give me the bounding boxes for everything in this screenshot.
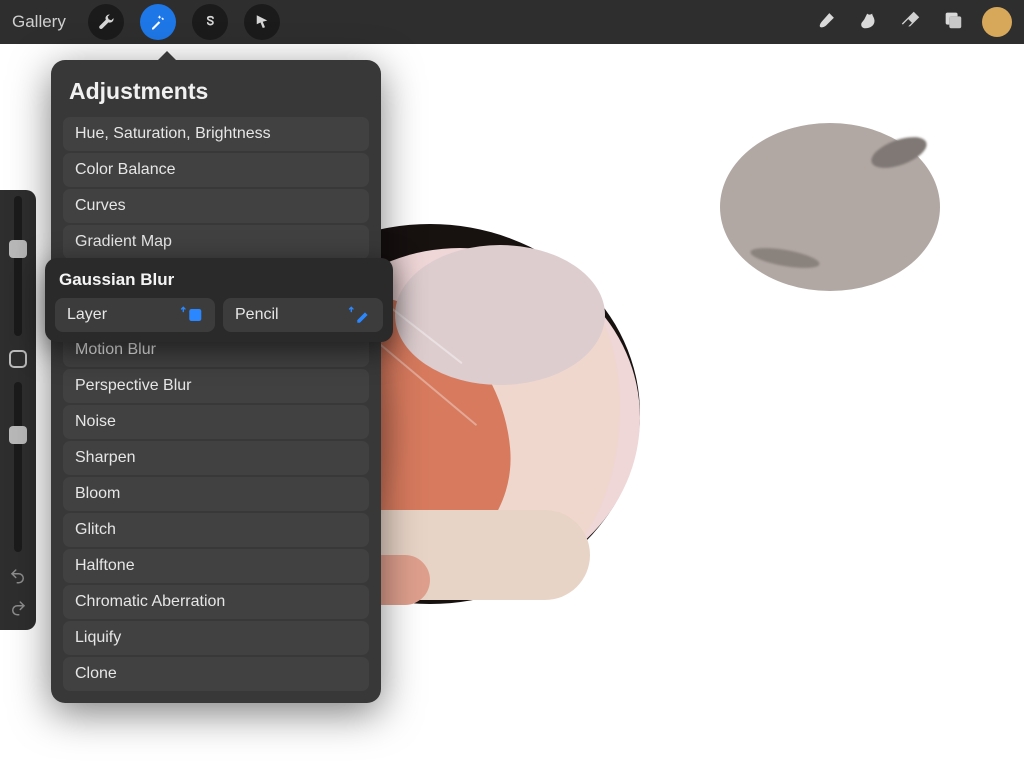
adjustment-item-color-balance[interactable]: Color Balance: [63, 153, 369, 187]
undo-button[interactable]: [8, 568, 28, 588]
redo-icon: [9, 599, 27, 622]
transform-button[interactable]: [244, 4, 280, 40]
modifier-button[interactable]: [9, 350, 27, 368]
slider-thumb[interactable]: [9, 426, 27, 444]
color-swatch[interactable]: [982, 7, 1012, 37]
slider-thumb[interactable]: [9, 240, 27, 258]
adjustment-item-sharpen[interactable]: Sharpen: [63, 441, 369, 475]
option-label: Pencil: [235, 306, 279, 324]
undo-icon: [9, 567, 27, 590]
adjustment-item-hsb[interactable]: Hue, Saturation, Brightness: [63, 117, 369, 151]
adjustment-item-halftone[interactable]: Halftone: [63, 549, 369, 583]
pencil-apply-icon: [347, 306, 371, 324]
popover-title: Adjustments: [63, 78, 369, 117]
cursor-arrow-icon: [253, 13, 271, 31]
top-toolbar: Gallery: [0, 0, 1024, 44]
opacity-slider[interactable]: [14, 382, 22, 552]
toolbar-right-group: [814, 7, 1012, 37]
brush-size-slider[interactable]: [14, 196, 22, 336]
brush-icon: [816, 9, 838, 36]
toolbar-left-group: Gallery: [6, 4, 280, 40]
adjustment-item-clone[interactable]: Clone: [63, 657, 369, 691]
gaussian-blur-apply-pencil[interactable]: Pencil: [223, 298, 383, 332]
adjustment-item-glitch[interactable]: Glitch: [63, 513, 369, 547]
gaussian-blur-flyout: Gaussian Blur Layer Pencil: [45, 258, 393, 342]
adjustments-button[interactable]: [140, 4, 176, 40]
option-label: Layer: [67, 306, 107, 324]
adjustment-item-liquify[interactable]: Liquify: [63, 621, 369, 655]
gaussian-blur-apply-layer[interactable]: Layer: [55, 298, 215, 332]
brush-tool[interactable]: [814, 9, 840, 35]
layers-icon: [942, 9, 964, 36]
side-slider-rail: [0, 190, 36, 630]
adjustment-item-bloom[interactable]: Bloom: [63, 477, 369, 511]
flyout-title: Gaussian Blur: [55, 268, 383, 298]
wrench-icon: [97, 13, 115, 31]
selection-button[interactable]: [192, 4, 228, 40]
layers-tool[interactable]: [940, 9, 966, 35]
adjustment-item-curves[interactable]: Curves: [63, 189, 369, 223]
adjustment-item-noise[interactable]: Noise: [63, 405, 369, 439]
flyout-options: Layer Pencil: [55, 298, 383, 332]
adjustment-item-gradient-map[interactable]: Gradient Map: [63, 225, 369, 259]
layer-apply-icon: [179, 306, 203, 324]
smudge-icon: [858, 9, 880, 36]
redo-button[interactable]: [8, 600, 28, 620]
smudge-tool[interactable]: [856, 9, 882, 35]
eraser-tool[interactable]: [898, 9, 924, 35]
adjustment-item-perspective-blur[interactable]: Perspective Blur: [63, 369, 369, 403]
magic-wand-icon: [149, 13, 167, 31]
eraser-icon: [900, 9, 922, 36]
gallery-link[interactable]: Gallery: [6, 8, 72, 36]
adjustments-popover: Adjustments Hue, Saturation, Brightness …: [51, 60, 381, 703]
selection-s-icon: [201, 13, 219, 31]
adjustment-item-chromatic-aberration[interactable]: Chromatic Aberration: [63, 585, 369, 619]
actions-button[interactable]: [88, 4, 124, 40]
adjustments-list: Hue, Saturation, Brightness Color Balanc…: [63, 117, 369, 691]
